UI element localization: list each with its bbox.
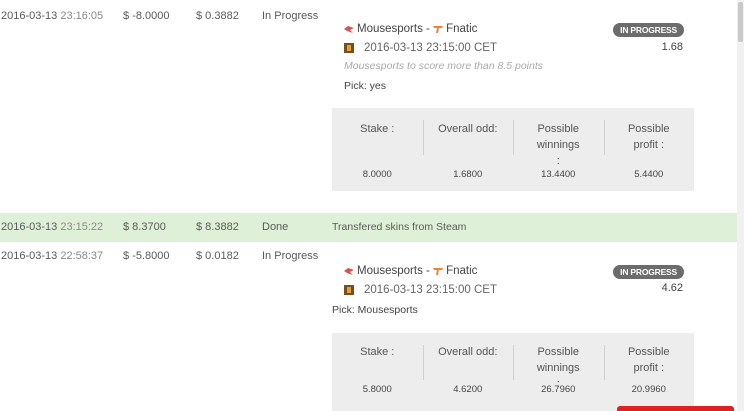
row-datetime: 2016-03-13 23:16:05 xyxy=(1,10,104,22)
row-balance: $ 0.0182 xyxy=(196,250,239,262)
row-datetime: 2016-03-13 23:15:22 xyxy=(1,221,104,233)
stat-possible-profit: Possible profit : 20.9960 xyxy=(603,333,695,411)
stat-stake: Stake : 5.8000 xyxy=(360,346,395,395)
bet-details: Mousesports - Fnatic 2016-03-13 23:15:00… xyxy=(332,264,694,318)
pick-line: Pick: yes xyxy=(344,80,387,92)
bet-odd: 4.62 xyxy=(661,282,683,294)
bet-details: Mousesports - Fnatic 2016-03-13 23:15:00… xyxy=(332,22,694,94)
row-amount: $ -8.0000 xyxy=(123,10,170,22)
scrollbar-thumb[interactable] xyxy=(738,2,743,42)
row-status: Done xyxy=(262,221,289,233)
market-line: Mousesports to score more than 8.5 point… xyxy=(344,60,544,72)
row-balance: $ 0.3882 xyxy=(196,10,239,22)
stat-possible-winnings: Possible winnings : 26.7960 xyxy=(513,333,604,411)
row-status: In Progress xyxy=(262,250,319,262)
stat-possible-profit: Possible profit : 5.4400 xyxy=(603,108,695,191)
stat-overall-odd: Overall odd: 1.6800 xyxy=(422,108,514,191)
status-badge: IN PROGRESS xyxy=(613,23,684,37)
event-line: 2016-03-13 23:15:00 CET xyxy=(332,41,694,56)
mousesports-logo-icon xyxy=(344,267,354,275)
fnatic-logo-icon xyxy=(433,267,444,275)
scrollbar[interactable] xyxy=(737,0,744,411)
stat-overall-odd: Overall odd: 4.6200 xyxy=(422,333,514,411)
row-description: Transfered skins from Steam xyxy=(332,221,467,233)
row-balance: $ 8.3882 xyxy=(196,221,239,233)
event-line: 2016-03-13 23:15:00 CET xyxy=(332,283,694,298)
bet-stats: Stake : 5.8000 Overall odd: 4.6200 Possi… xyxy=(332,333,694,411)
stat-possible-winnings: Possible winnings : 13.4400 xyxy=(513,108,604,191)
notification-tab[interactable] xyxy=(617,406,734,411)
csgo-game-icon xyxy=(344,42,354,53)
row-amount: $ 8.3700 xyxy=(123,221,166,233)
fnatic-logo-icon xyxy=(433,25,444,33)
stat-stake: Stake : 8.0000 xyxy=(360,123,395,180)
mousesports-logo-icon xyxy=(344,25,354,33)
csgo-game-icon xyxy=(344,284,354,295)
row-status: In Progress xyxy=(262,10,319,22)
bet-odd: 1.68 xyxy=(661,41,683,53)
status-badge: IN PROGRESS xyxy=(613,265,684,279)
bet-stats: Stake : 8.0000 Overall odd: 1.6800 Possi… xyxy=(332,108,694,191)
row-datetime: 2016-03-13 22:58:37 xyxy=(1,250,104,262)
row-amount: $ -5.8000 xyxy=(123,250,170,262)
pick-line: Pick: Mousesports xyxy=(332,304,418,316)
